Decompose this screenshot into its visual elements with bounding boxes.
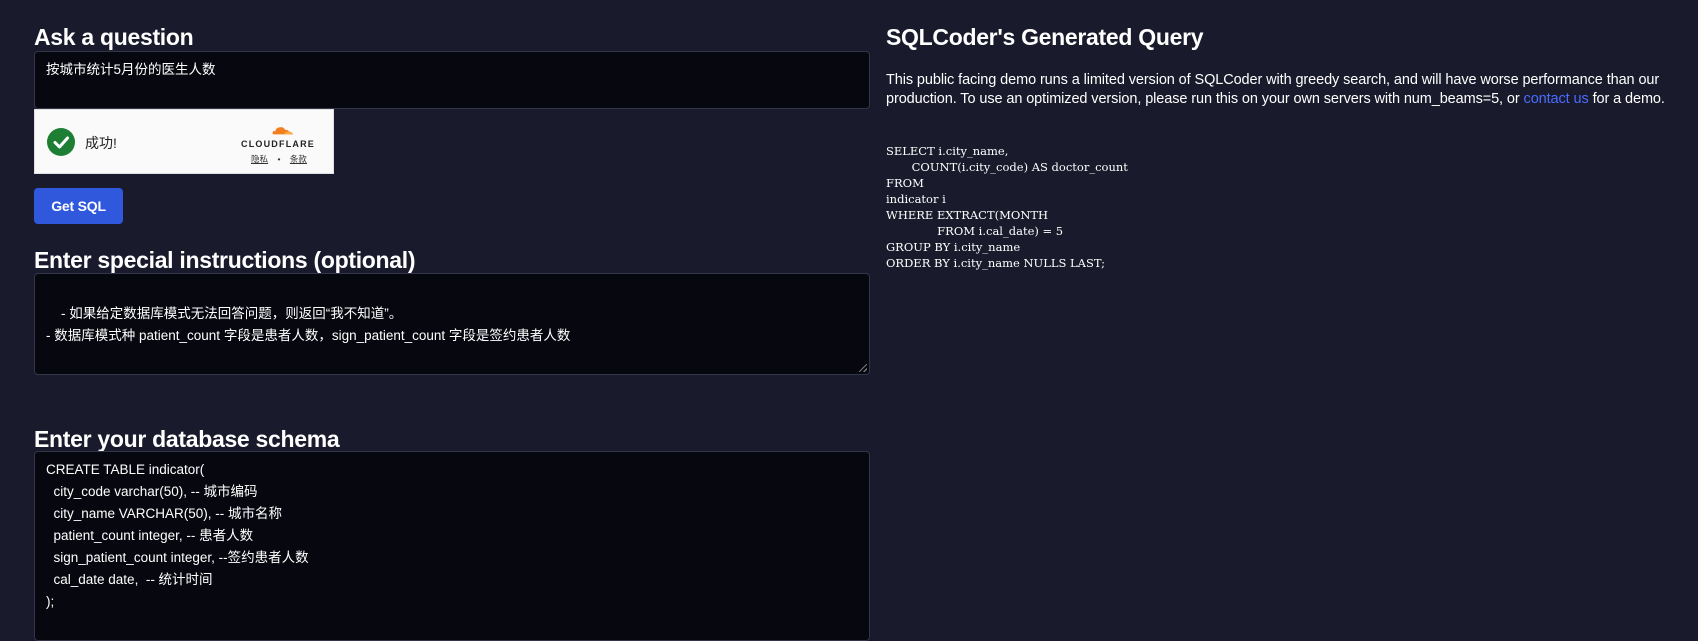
cloudflare-brand-text: CLOUDFLARE xyxy=(241,139,315,149)
success-check-icon xyxy=(47,128,75,156)
demo-description: This public facing demo runs a limited v… xyxy=(886,71,1686,109)
schema-textarea[interactable]: CREATE TABLE indicator( city_code varcha… xyxy=(34,451,870,641)
generated-sql-query: SELECT i.city_name, COUNT(i.city_code) A… xyxy=(886,144,1128,270)
instructions-text: - 如果给定数据库模式无法回答问题，则返回“我不知道”。 - 数据库模式种 pa… xyxy=(46,306,571,343)
resize-handle-icon[interactable] xyxy=(859,364,867,372)
cloudflare-captcha-widget[interactable]: 成功! CLOUDFLARE 隐私 • 条款 xyxy=(34,109,334,174)
instructions-textarea[interactable]: - 如果给定数据库模式无法回答问题，则返回“我不知道”。 - 数据库模式种 pa… xyxy=(34,273,870,375)
captcha-links: 隐私 • 条款 xyxy=(251,153,307,165)
privacy-link[interactable]: 隐私 xyxy=(251,154,268,164)
ask-question-heading: Ask a question xyxy=(34,24,194,50)
special-instructions-heading: Enter special instructions (optional) xyxy=(34,247,416,273)
captcha-status-text: 成功! xyxy=(85,135,117,151)
contact-us-link[interactable]: contact us xyxy=(1524,91,1589,107)
generated-query-heading: SQLCoder's Generated Query xyxy=(886,24,1204,50)
description-tail: for a demo. xyxy=(1588,91,1665,107)
get-sql-button[interactable]: Get SQL xyxy=(34,188,123,224)
link-separator: • xyxy=(277,154,281,164)
question-input[interactable]: 按城市统计5月份的医生人数 xyxy=(34,51,870,109)
cloudflare-cloud-icon xyxy=(272,127,293,135)
database-schema-heading: Enter your database schema xyxy=(34,426,340,452)
terms-link[interactable]: 条款 xyxy=(290,154,307,164)
